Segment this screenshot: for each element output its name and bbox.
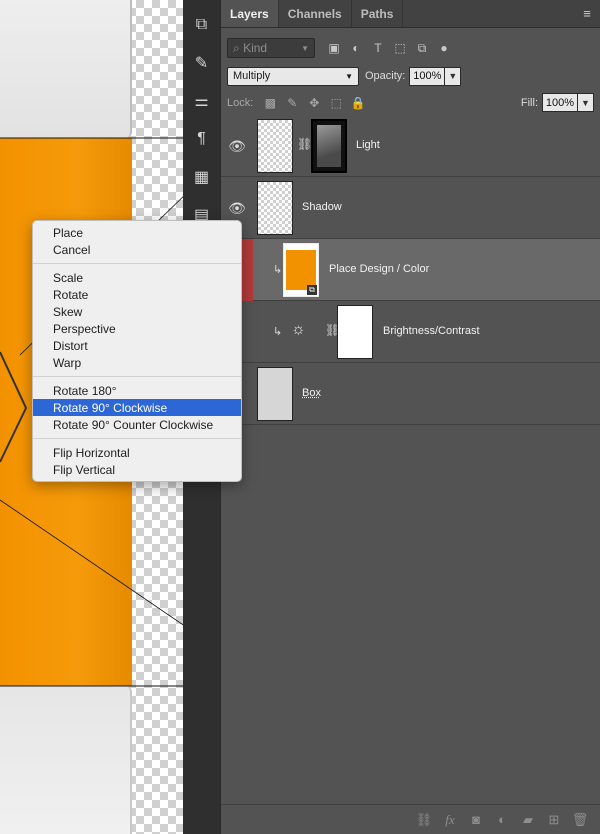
brush-presets-icon[interactable]: ✎	[188, 48, 216, 78]
menu-separator	[33, 376, 241, 377]
menu-separator	[33, 438, 241, 439]
layer-name[interactable]: Shadow	[302, 201, 342, 213]
layer-name[interactable]: Box	[302, 387, 321, 399]
menu-item-rotate-90-ccw[interactable]: Rotate 90° Counter Clockwise	[33, 416, 241, 433]
chevron-down-icon: ▼	[301, 44, 309, 53]
fx-icon[interactable]: fx	[437, 812, 463, 828]
menu-item-cancel[interactable]: Cancel	[33, 241, 241, 258]
menu-item-distort[interactable]: Distort	[33, 337, 241, 354]
layout-icon[interactable]: ▦	[188, 162, 216, 192]
filter-toggle-icon[interactable]: ●	[433, 41, 455, 55]
layers-bottom-bar: ⛓ fx ◙ ◐ ▰ ⊞ 🗑	[221, 804, 600, 834]
filter-kind-dropdown[interactable]: ⌕ Kind ▼	[227, 38, 315, 58]
fill-dropdown-arrow[interactable]: ▼	[578, 93, 594, 112]
lock-pixels-icon[interactable]: ✎	[281, 96, 303, 110]
menu-item-scale[interactable]: Scale	[33, 269, 241, 286]
new-layer-icon[interactable]: ⊞	[541, 812, 567, 828]
menu-item-flip-horizontal[interactable]: Flip Horizontal	[33, 444, 241, 461]
fill-label: Fill:	[521, 97, 538, 109]
layer-thumbnail	[257, 119, 293, 173]
blend-mode-value: Multiply	[233, 70, 270, 82]
adjustment-layer-icon[interactable]: ◐	[489, 812, 515, 827]
layers-panel: Layers Channels Paths ≡ ⌕ Kind ▼ ▣ ◐ T ⬚…	[220, 0, 600, 834]
layer-row-box[interactable]: Box	[221, 363, 600, 425]
layer-row-light[interactable]: 👁 ⛓ Light	[221, 115, 600, 177]
opacity-dropdown-arrow[interactable]: ▼	[445, 67, 461, 86]
search-icon: ⌕	[233, 41, 240, 55]
opacity-input[interactable]: 100%	[409, 67, 445, 86]
blend-row: Multiply ▼ Opacity: 100% ▼	[221, 64, 600, 88]
lock-transparent-icon[interactable]: ▩	[259, 96, 281, 110]
adjustments-icon[interactable]: ⚌	[188, 86, 216, 116]
clipping-arrow-icon: ↳	[273, 263, 282, 276]
lock-all-icon[interactable]: 🔒	[347, 96, 369, 110]
filter-smart-object-icon[interactable]: ⧉	[411, 41, 433, 56]
layer-row-shadow[interactable]: 👁 Shadow	[221, 177, 600, 239]
chevron-down-icon: ▼	[345, 72, 353, 81]
menu-item-perspective[interactable]: Perspective	[33, 320, 241, 337]
link-icon[interactable]: ⛓	[411, 812, 437, 828]
smart-object-badge-icon: ⧉	[307, 285, 317, 295]
transform-context-menu: Place Cancel Scale Rotate Skew Perspecti…	[32, 220, 242, 482]
group-folder-icon[interactable]: ▰	[515, 812, 541, 828]
layer-name[interactable]: Light	[356, 139, 380, 151]
layer-filter-row: ⌕ Kind ▼ ▣ ◐ T ⬚ ⧉ ●	[221, 32, 600, 64]
menu-item-skew[interactable]: Skew	[33, 303, 241, 320]
tab-channels[interactable]: Channels	[279, 0, 352, 27]
adjustment-mask-thumbnail[interactable]	[337, 305, 373, 359]
opacity-label: Opacity:	[365, 70, 405, 82]
filter-type-icon[interactable]: T	[367, 41, 389, 55]
menu-item-rotate-90-cw[interactable]: Rotate 90° Clockwise	[33, 399, 241, 416]
lock-artboard-icon[interactable]: ⬚	[325, 96, 347, 110]
menu-item-warp[interactable]: Warp	[33, 354, 241, 371]
layer-row-place-design[interactable]: ↳ ⧉ Place Design / Color	[221, 239, 600, 301]
lock-label: Lock:	[227, 97, 253, 109]
trash-icon[interactable]: 🗑	[567, 812, 593, 828]
menu-item-flip-vertical[interactable]: Flip Vertical	[33, 461, 241, 478]
paragraph-icon[interactable]: ¶	[188, 124, 216, 154]
fill-input[interactable]: 100%	[542, 93, 578, 112]
smart-object-thumbnail[interactable]: ⧉	[283, 243, 319, 297]
clipping-arrow-icon: ↳	[273, 325, 282, 338]
filter-kind-label: Kind	[243, 41, 267, 55]
tab-layers[interactable]: Layers	[221, 0, 279, 27]
panel-tab-bar: Layers Channels Paths ≡	[221, 0, 600, 28]
filter-adjustment-icon[interactable]: ◐	[345, 41, 367, 55]
filter-shape-icon[interactable]: ⬚	[389, 41, 411, 55]
panel-menu-icon[interactable]: ≡	[574, 0, 600, 27]
menu-separator	[33, 263, 241, 264]
layer-mask-thumbnail[interactable]	[311, 119, 347, 173]
layer-row-brightness-contrast[interactable]: ↳ ☼ ⛓ Brightness/Contrast	[221, 301, 600, 363]
layer-thumbnail	[257, 181, 293, 235]
eye-icon[interactable]: 👁	[221, 115, 253, 177]
blend-mode-dropdown[interactable]: Multiply ▼	[227, 67, 359, 86]
menu-item-place[interactable]: Place	[33, 224, 241, 241]
lock-position-icon[interactable]: ✥	[303, 96, 325, 110]
tab-paths[interactable]: Paths	[352, 0, 404, 27]
layer-thumbnail	[257, 367, 293, 421]
layer-name[interactable]: Place Design / Color	[329, 263, 429, 275]
color-label-strip	[241, 239, 253, 301]
layer-name[interactable]: Brightness/Contrast	[383, 325, 480, 337]
lock-row: Lock: ▩ ✎ ✥ ⬚ 🔒 Fill: 100% ▼	[221, 88, 600, 118]
filter-pixel-icon[interactable]: ▣	[323, 41, 345, 55]
link-chain-icon: ⛓	[297, 137, 312, 151]
menu-item-rotate-180[interactable]: Rotate 180°	[33, 382, 241, 399]
menu-item-rotate[interactable]: Rotate	[33, 286, 241, 303]
brightness-contrast-icon: ☼	[291, 321, 306, 339]
align-icon[interactable]: ⧉	[188, 10, 216, 40]
mask-icon[interactable]: ◙	[463, 812, 489, 827]
